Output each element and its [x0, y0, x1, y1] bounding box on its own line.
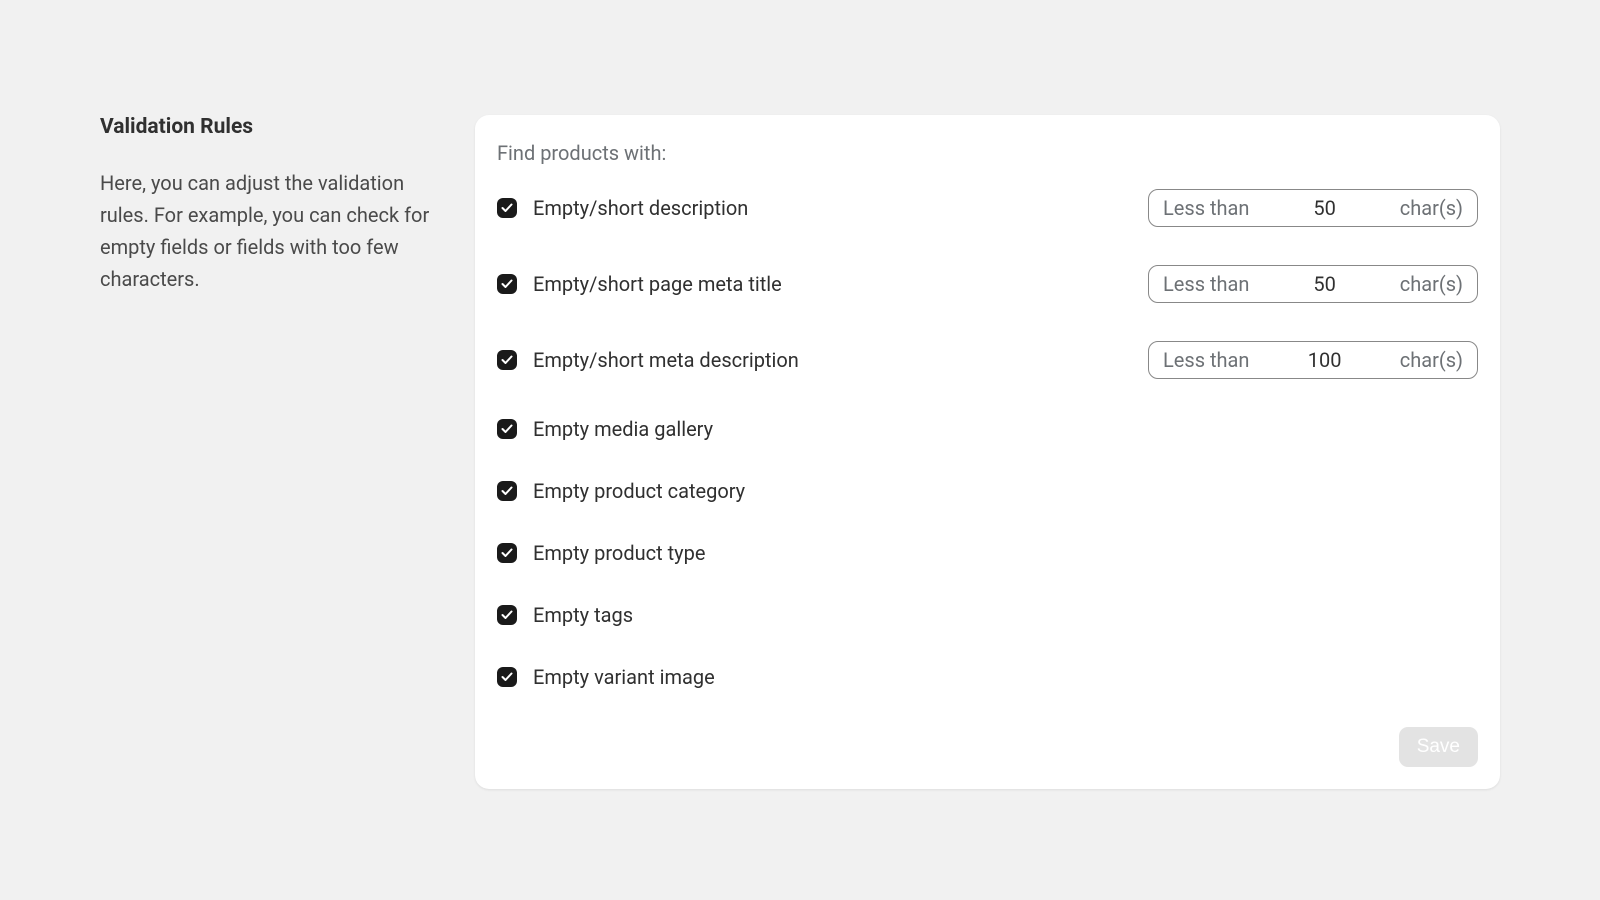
- rule-label: Empty variant image: [533, 665, 715, 689]
- checkbox-meta-title[interactable]: [497, 274, 517, 294]
- checkmark-icon: [501, 548, 513, 558]
- checkmark-icon: [501, 672, 513, 682]
- rule-label: Empty media gallery: [533, 417, 713, 441]
- checkbox-product-category[interactable]: [497, 481, 517, 501]
- rule-label: Empty/short page meta title: [533, 272, 782, 296]
- checkmark-icon: [501, 486, 513, 496]
- checkmark-icon: [501, 279, 513, 289]
- rule-label: Empty product type: [533, 541, 705, 565]
- sidebar-description: Here, you can adjust the validation rule…: [100, 167, 435, 295]
- checkbox-product-type[interactable]: [497, 543, 517, 563]
- rule-row-description: Empty/short description Less than char(s…: [497, 189, 1478, 227]
- rule-row-meta-title: Empty/short page meta title Less than ch…: [497, 265, 1478, 303]
- rule-row-tags: Empty tags: [497, 603, 1478, 627]
- rule-row-meta-description: Empty/short meta description Less than c…: [497, 341, 1478, 379]
- threshold-control-meta-title: Less than char(s): [1148, 265, 1478, 303]
- checkmark-icon: [501, 610, 513, 620]
- rule-row-variant-image: Empty variant image: [497, 665, 1478, 689]
- threshold-suffix: char(s): [1400, 272, 1463, 296]
- threshold-input-meta-title[interactable]: [1295, 272, 1355, 296]
- rule-row-product-category: Empty product category: [497, 479, 1478, 503]
- threshold-prefix: Less than: [1163, 348, 1249, 372]
- checkbox-variant-image[interactable]: [497, 667, 517, 687]
- sidebar-title: Validation Rules: [100, 115, 435, 139]
- threshold-control-description: Less than char(s): [1148, 189, 1478, 227]
- threshold-suffix: char(s): [1400, 348, 1463, 372]
- card-footer: Save: [497, 727, 1478, 767]
- checkbox-tags[interactable]: [497, 605, 517, 625]
- threshold-prefix: Less than: [1163, 272, 1249, 296]
- rule-row-media-gallery: Empty media gallery: [497, 417, 1478, 441]
- threshold-prefix: Less than: [1163, 196, 1249, 220]
- validation-rules-card: Find products with: Empty/short descript…: [475, 115, 1500, 789]
- rule-label: Empty/short description: [533, 196, 748, 220]
- checkbox-media-gallery[interactable]: [497, 419, 517, 439]
- rule-label: Empty product category: [533, 479, 745, 503]
- threshold-control-meta-description: Less than char(s): [1148, 341, 1478, 379]
- rule-label: Empty/short meta description: [533, 348, 799, 372]
- rule-label: Empty tags: [533, 603, 633, 627]
- threshold-input-meta-description[interactable]: [1295, 348, 1355, 372]
- threshold-suffix: char(s): [1400, 196, 1463, 220]
- checkbox-description[interactable]: [497, 198, 517, 218]
- card-header: Find products with:: [497, 141, 1478, 165]
- checkmark-icon: [501, 355, 513, 365]
- rule-row-product-type: Empty product type: [497, 541, 1478, 565]
- settings-sidebar: Validation Rules Here, you can adjust th…: [100, 115, 435, 295]
- save-button[interactable]: Save: [1399, 727, 1478, 767]
- checkmark-icon: [501, 424, 513, 434]
- checkmark-icon: [501, 203, 513, 213]
- threshold-input-description[interactable]: [1295, 196, 1355, 220]
- checkbox-meta-description[interactable]: [497, 350, 517, 370]
